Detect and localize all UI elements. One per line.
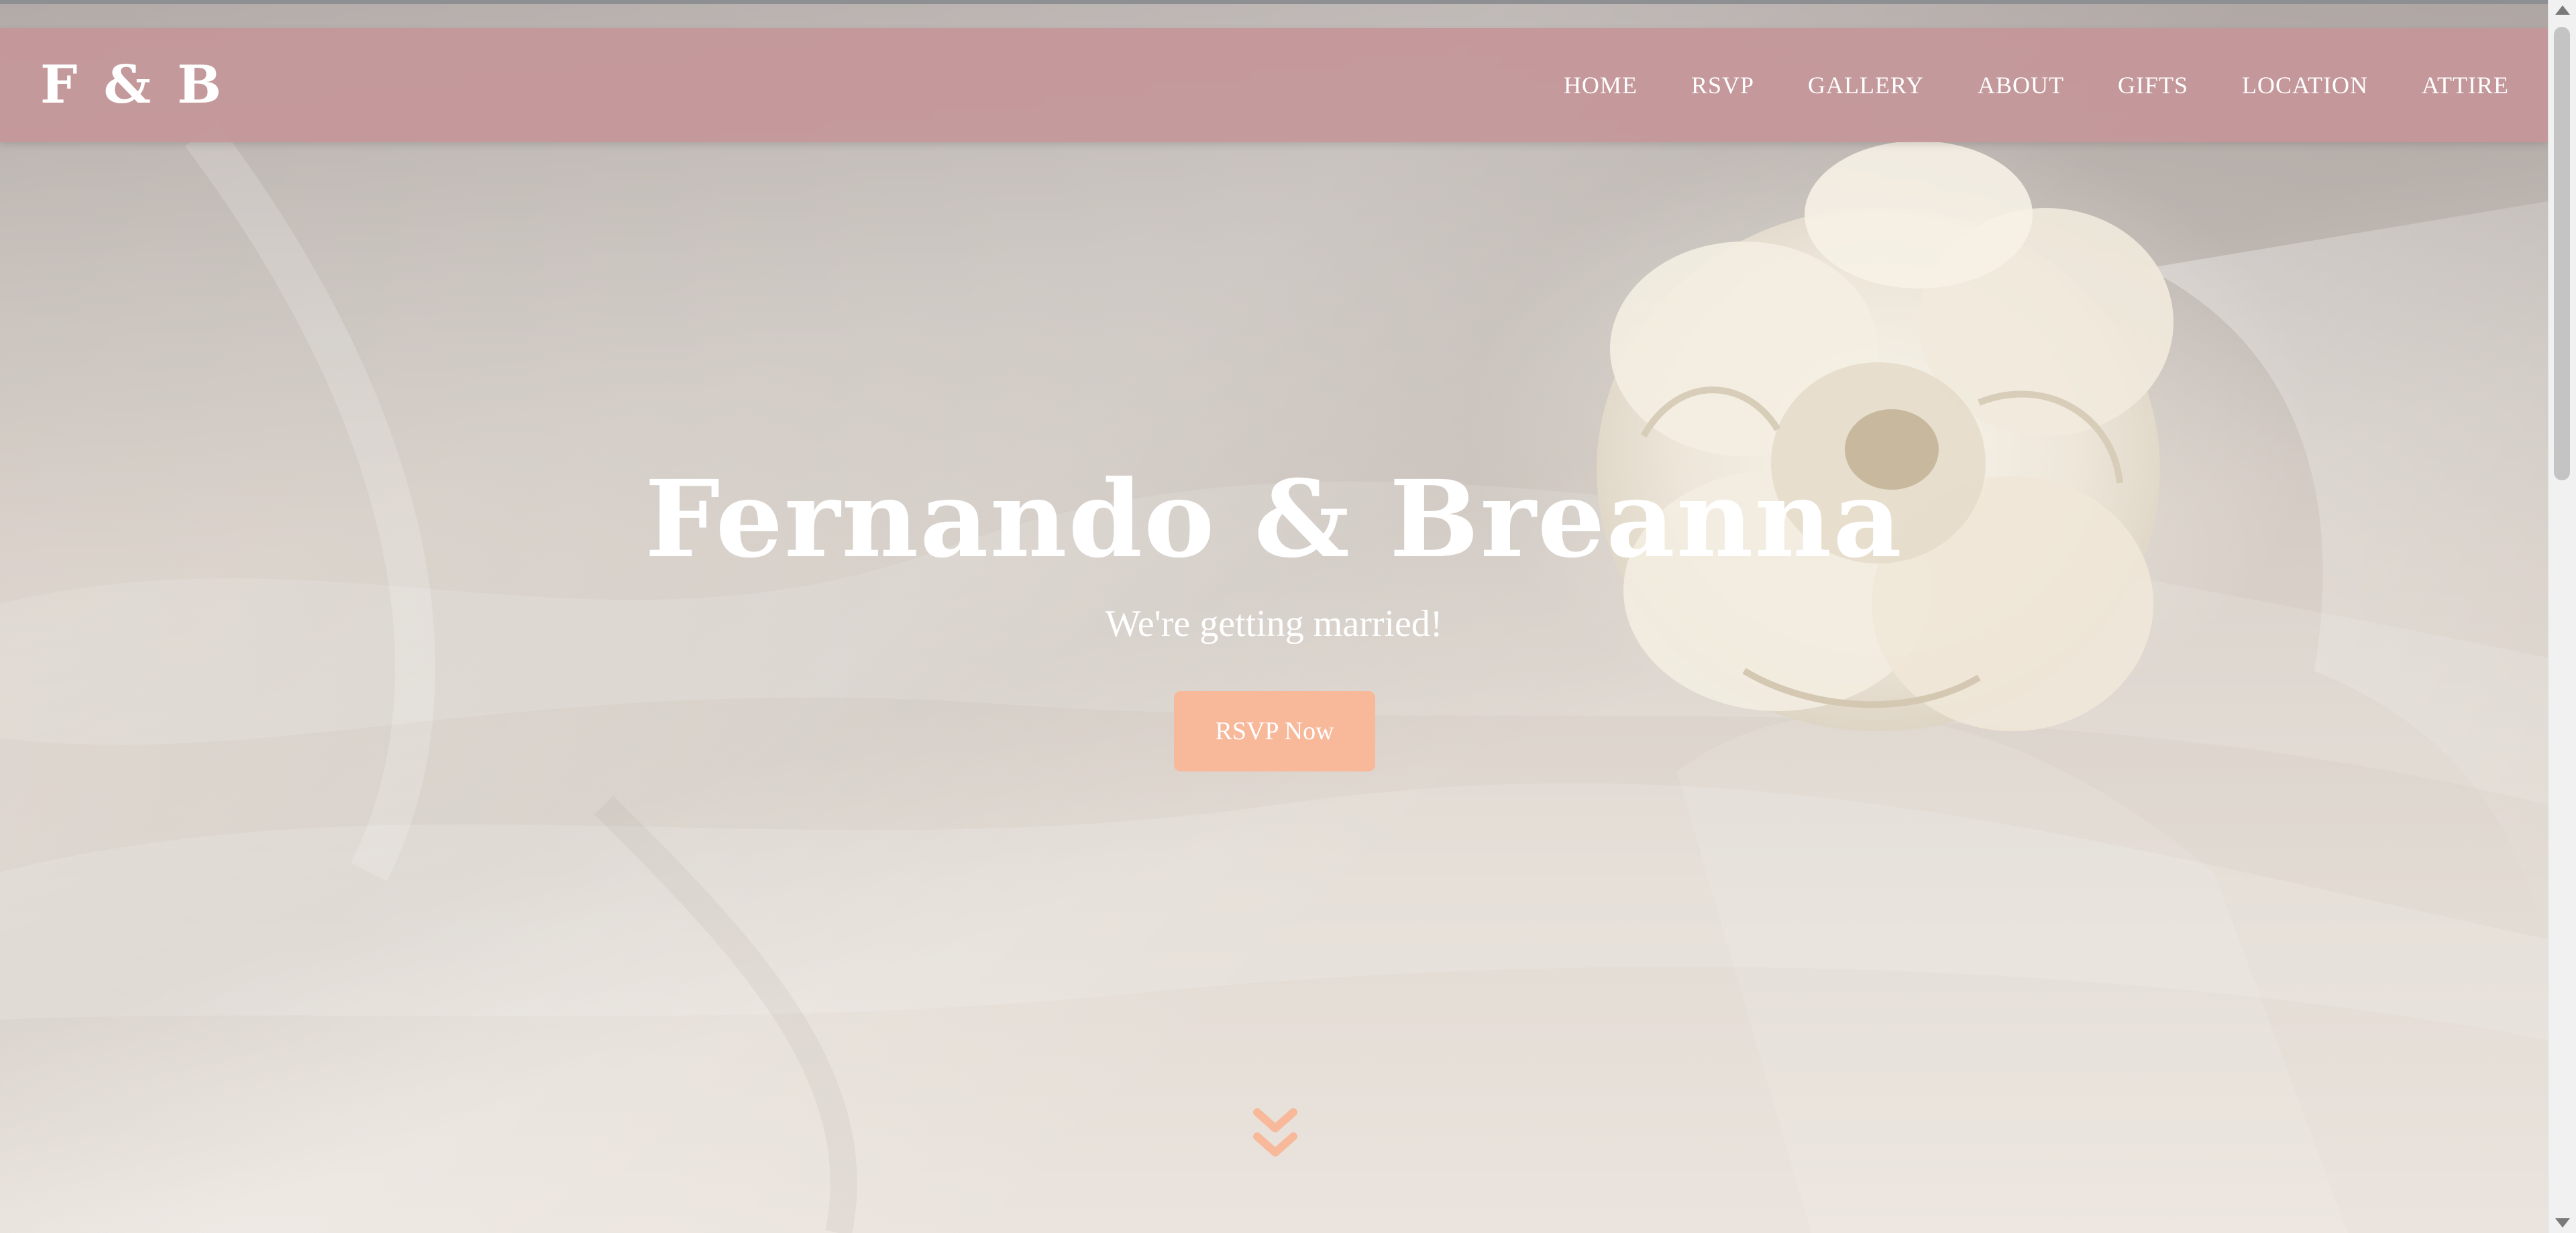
nav-item-rsvp[interactable]: RSVP [1691,71,1754,99]
rsvp-now-button[interactable]: RSVP Now [1174,691,1375,771]
nav-item-location[interactable]: LOCATION [2242,71,2368,99]
browser-top-edge [0,0,2548,4]
page-viewport: F & B HOME RSVP GALLERY ABOUT GIFTS LOCA… [0,0,2548,1233]
hero-subtitle: We're getting married! [1105,603,1443,645]
brand-logo[interactable]: F & B [40,55,225,115]
vertical-scrollbar[interactable] [2548,0,2576,1233]
scrollbar-thumb[interactable] [2554,27,2570,480]
navbar: F & B HOME RSVP GALLERY ABOUT GIFTS LOCA… [0,28,2548,142]
scroll-up-arrow-icon[interactable] [2555,5,2570,15]
nav-item-attire[interactable]: ATTIRE [2422,71,2509,99]
nav-item-home[interactable]: HOME [1564,71,1638,99]
scroll-down-arrow-icon[interactable] [2555,1218,2570,1228]
nav-menu: HOME RSVP GALLERY ABOUT GIFTS LOCATION A… [1564,28,2509,142]
double-chevron-down-icon[interactable] [1252,1107,1299,1161]
nav-item-gifts[interactable]: GIFTS [2118,71,2188,99]
nav-item-about[interactable]: ABOUT [1978,71,2064,99]
hero-title: Fernando & Breanna [645,458,1903,582]
nav-item-gallery[interactable]: GALLERY [1808,71,1924,99]
